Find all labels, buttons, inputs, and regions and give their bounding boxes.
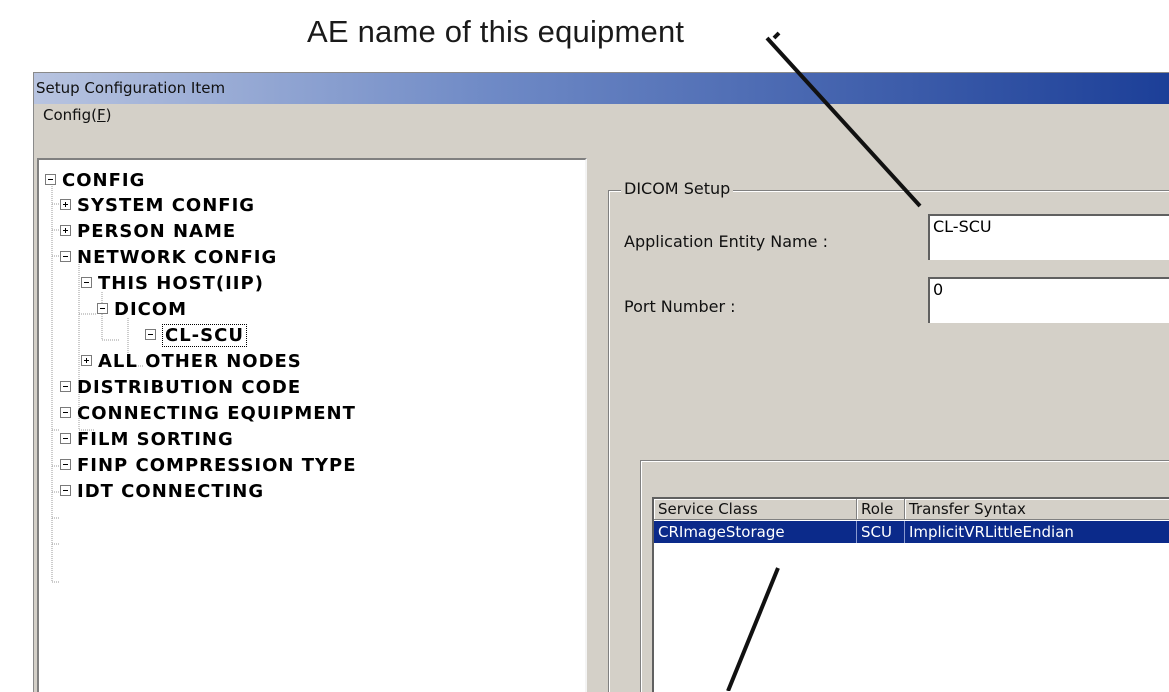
annotation-leader-lines — [726, 31, 922, 691]
annotation-arrow-tip — [772, 31, 781, 40]
annotation-arrow-service-class — [726, 567, 780, 691]
annotation-arrow-ae-name — [765, 36, 922, 208]
